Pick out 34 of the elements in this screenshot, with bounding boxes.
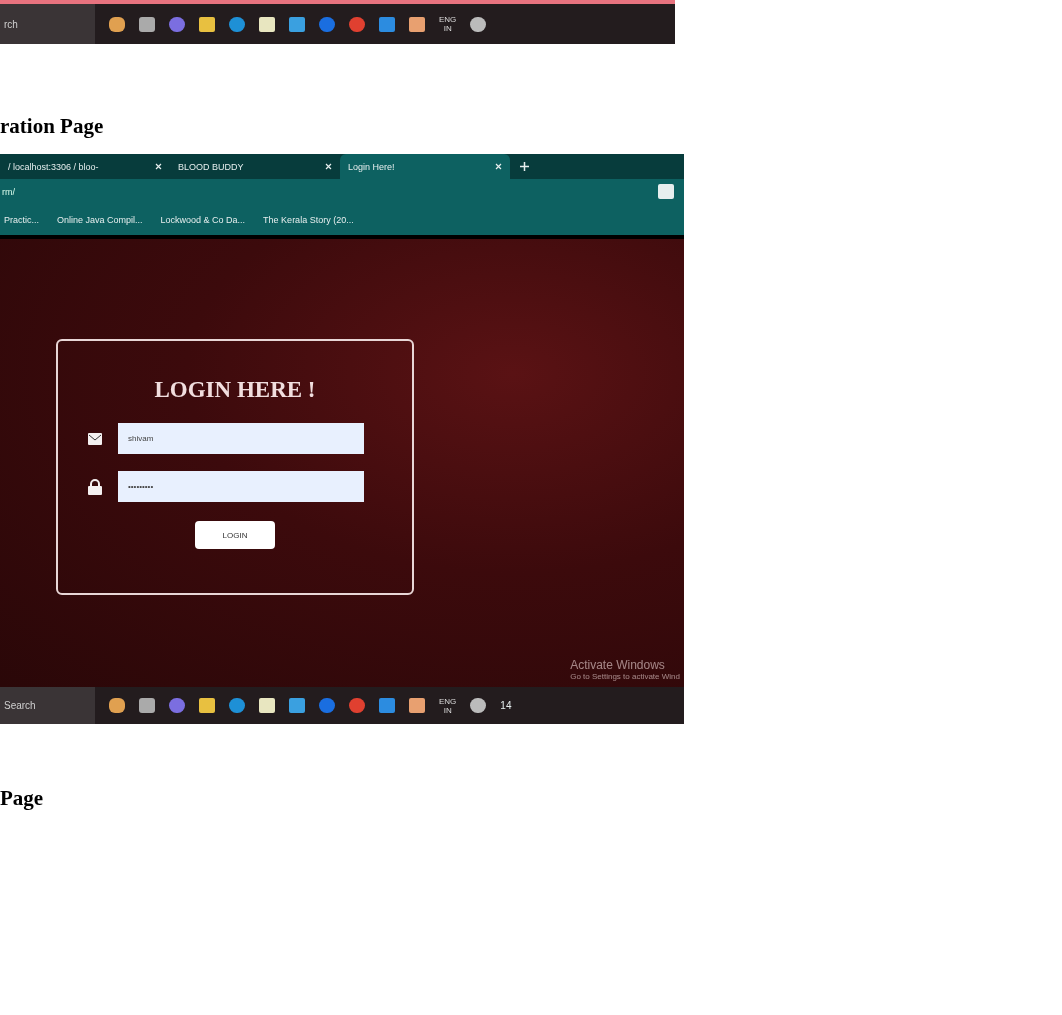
close-icon[interactable] (155, 163, 162, 170)
lock-icon (88, 478, 102, 495)
password-field[interactable]: ••••••••• (118, 471, 364, 502)
figure-caption: Page (0, 786, 45, 811)
close-icon[interactable] (325, 163, 332, 170)
login-title: LOGIN HERE ! (154, 377, 316, 403)
app-icon[interactable] (109, 16, 125, 32)
language-indicator[interactable]: ENG IN (439, 15, 457, 33)
search-field[interactable]: rch (0, 4, 95, 44)
bookmark-link[interactable]: Practic... (4, 214, 39, 225)
app-icon[interactable] (109, 698, 125, 713)
browser-tab[interactable]: / localhost:3306 / bloo- (0, 154, 170, 179)
close-icon[interactable] (495, 163, 502, 170)
browser-tab[interactable]: BLOOD BUDDY (170, 154, 340, 179)
app-icon[interactable] (409, 16, 425, 32)
app-icon[interactable] (139, 16, 155, 32)
app-icon[interactable] (199, 16, 215, 32)
app-icon[interactable] (259, 16, 275, 32)
figure-caption: ration Page (0, 114, 105, 139)
activation-title: Activate Windows (570, 658, 666, 672)
address-text[interactable]: rm/ (2, 186, 15, 197)
username-field[interactable]: shivam (118, 423, 364, 454)
bookmark-link[interactable]: Online Java Compil... (57, 214, 143, 225)
new-tab-icon[interactable] (520, 162, 529, 171)
app-icon[interactable] (289, 16, 305, 32)
bookmark-link[interactable]: The Kerala Story (20... (263, 214, 354, 225)
clock-text: 14 (500, 700, 512, 711)
activation-text: Go to Settings to activate Wind (570, 672, 680, 681)
language-indicator[interactable]: ENG IN (439, 696, 457, 715)
login-button[interactable]: LOGIN (195, 521, 275, 549)
search-field[interactable]: Search (0, 687, 95, 724)
browser-tab[interactable]: Login Here! (340, 154, 510, 179)
envelope-icon (88, 432, 102, 445)
bookmark-link[interactable]: Lockwood & Co Da... (160, 214, 246, 225)
